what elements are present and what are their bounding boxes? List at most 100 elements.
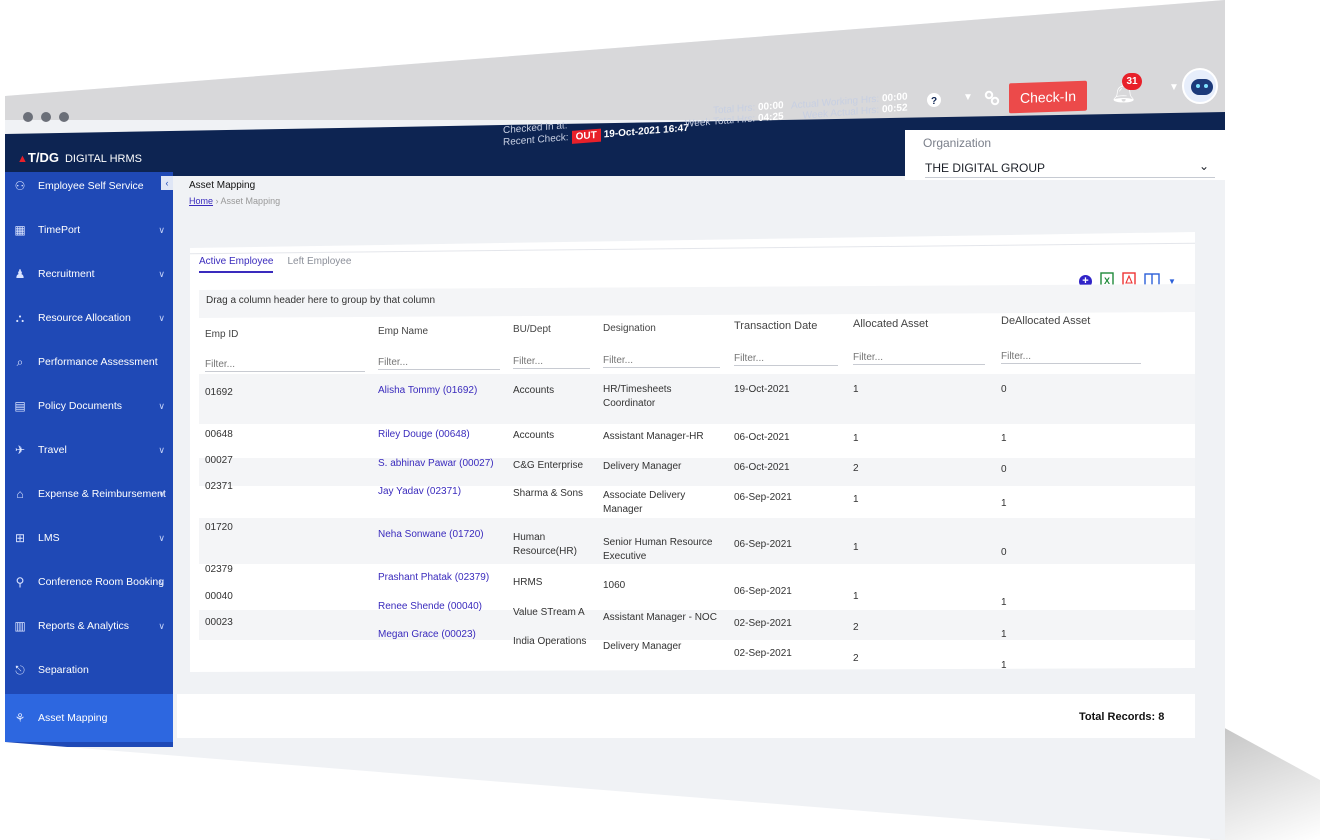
cell-emp-id: 01720 xyxy=(205,522,233,533)
cell-designation: Assistant Manager-HR xyxy=(603,431,704,442)
sidebar-item-label: Asset Mapping xyxy=(38,712,108,724)
cell-emp-name[interactable]: Jay Yadav (02371) xyxy=(378,485,461,499)
breadcrumb-home-link[interactable]: Home xyxy=(189,196,213,206)
chevron-down-icon: ∨ xyxy=(158,532,165,543)
cell-emp-id: 02379 xyxy=(205,564,233,575)
cell-emp-name[interactable]: Alisha Tommy (01692) xyxy=(378,384,477,398)
cell-allocated: 1 xyxy=(853,494,859,505)
robot-eye-right-icon xyxy=(1204,84,1208,88)
chevron-down-icon: ∨ xyxy=(158,400,165,411)
sidebar-item-label: Reports & Analytics xyxy=(38,620,130,632)
sidebar-item-separation[interactable]: ⎋ Separation xyxy=(5,650,173,690)
cell-designation: Delivery Manager xyxy=(603,461,682,472)
cell-allocated: 1 xyxy=(853,591,859,602)
sidebar-item-performance-assessment[interactable]: ⌕ Performance Assessment xyxy=(5,342,173,382)
chevron-down-icon: ∨ xyxy=(158,576,165,587)
filter-transaction-date[interactable] xyxy=(734,352,838,366)
organization-select[interactable]: THE DIGITAL GROUP ⌄ xyxy=(925,158,1215,178)
cell-deallocated: 1 xyxy=(1001,629,1007,640)
cell-designation: Delivery Manager xyxy=(603,641,682,652)
cell-date: 06-Sep-2021 xyxy=(734,586,792,597)
chevron-down-icon: ∨ xyxy=(158,312,165,323)
profile-caret-icon[interactable]: ▼ xyxy=(1169,82,1179,93)
sidebar-item-label: Performance Assessment xyxy=(38,356,158,368)
column-header-bu-dept[interactable]: BU/Dept xyxy=(513,324,551,335)
link-icon[interactable] xyxy=(984,90,1000,109)
calendar-icon: ▦ xyxy=(14,223,26,237)
sidebar-item-label: Policy Documents xyxy=(38,400,123,412)
cell-emp-name[interactable]: Riley Douge (00648) xyxy=(378,428,470,442)
window-controls xyxy=(23,112,69,122)
sidebar-item-label: Resource Allocation xyxy=(38,312,131,324)
tab-active-employee[interactable]: Active Employee xyxy=(199,256,274,273)
exit-icon: ⎋ xyxy=(15,662,25,677)
maximize-dot-icon[interactable] xyxy=(59,112,69,122)
column-header-emp-id[interactable]: Emp ID xyxy=(205,329,238,340)
cell-emp-name[interactable]: Neha Sonwane (01720) xyxy=(378,528,484,542)
tab-left-employee[interactable]: Left Employee xyxy=(287,256,351,267)
sidebar-item-expense-reimbursement[interactable]: ⌂ Expense & Reimbursement ∨ xyxy=(5,474,173,514)
column-header-allocated-asset[interactable]: Allocated Asset xyxy=(853,318,928,330)
svg-text:X: X xyxy=(1104,276,1110,286)
filter-allocated-asset[interactable] xyxy=(853,351,985,365)
sidebar-item-reports-analytics[interactable]: ▥ Reports & Analytics ∨ xyxy=(5,606,173,646)
cell-deallocated: 1 xyxy=(1001,498,1007,509)
sidebar-collapse-button[interactable]: ‹ xyxy=(161,176,173,190)
sidebar-item-label: Employee Self Service xyxy=(38,180,144,192)
cell-deallocated: 1 xyxy=(1001,660,1007,671)
cell-allocated: 1 xyxy=(853,542,859,553)
user-group-icon: ⚇ xyxy=(14,179,26,193)
filter-emp-id[interactable] xyxy=(205,358,365,372)
chart-icon: ▥ xyxy=(14,619,26,633)
column-header-deallocated-asset[interactable]: DeAllocated Asset xyxy=(1001,315,1090,327)
breadcrumb-current: Asset Mapping xyxy=(220,196,281,206)
cell-emp-id: 00040 xyxy=(205,591,233,602)
filter-designation[interactable] xyxy=(603,354,720,368)
cell-emp-name[interactable]: Renee Shende (00040) xyxy=(378,600,482,614)
sidebar-item-conference-room-booking[interactable]: ⚲ Conference Room Booking ∨ xyxy=(5,562,173,602)
receipt-icon: ⌂ xyxy=(16,487,24,501)
plane-icon: ✈ xyxy=(14,443,26,457)
cell-date: 02-Sep-2021 xyxy=(734,618,792,629)
sidebar-item-policy-documents[interactable]: ▤ Policy Documents ∨ xyxy=(5,386,173,426)
column-header-designation[interactable]: Designation xyxy=(603,323,656,334)
avatar[interactable] xyxy=(1182,68,1218,104)
filter-deallocated-asset[interactable] xyxy=(1001,350,1141,364)
minimize-dot-icon[interactable] xyxy=(41,112,51,122)
column-header-emp-name[interactable]: Emp Name xyxy=(378,326,428,337)
sidebar-item-travel[interactable]: ✈ Travel ∨ xyxy=(5,430,173,470)
check-in-button[interactable]: Check-In xyxy=(1009,80,1087,114)
cell-deallocated: 1 xyxy=(1001,597,1007,608)
sidebar-item-lms[interactable]: ⊞ LMS ∨ xyxy=(5,518,173,558)
column-header-transaction-date[interactable]: Transaction Date xyxy=(734,320,817,332)
sidebar-item-resource-allocation[interactable]: ⛬ Resource Allocation ∨ xyxy=(5,298,173,338)
document-icon: ▤ xyxy=(14,399,26,413)
cell-allocated: 1 xyxy=(853,384,859,395)
designation-line: Senior Human Resource xyxy=(603,537,713,548)
sidebar-item-recruitment[interactable]: ♟ Recruitment ∨ xyxy=(5,254,173,294)
filter-emp-name[interactable] xyxy=(378,356,500,370)
cell-emp-name[interactable]: S. abhinav Pawar (00027) xyxy=(378,457,494,471)
caret-down-icon[interactable]: ▼ xyxy=(963,92,973,103)
logo-triangle-icon: ▲ xyxy=(17,153,28,165)
cell-emp-name[interactable]: Megan Grace (00023) xyxy=(378,628,476,642)
group-hint: Drag a column header here to group by th… xyxy=(206,295,436,306)
network-icon: ⛬ xyxy=(15,310,25,325)
sidebar-item-timeport[interactable]: ▦ TimePort ∨ xyxy=(5,210,173,250)
sidebar-item-employee-self-service[interactable]: ⚇ Employee Self Service xyxy=(5,166,173,206)
cell-designation: Assistant Manager - NOC xyxy=(603,612,717,623)
close-dot-icon[interactable] xyxy=(23,112,33,122)
sidebar-item-label: Recruitment xyxy=(38,268,95,280)
cell-designation: 1060 xyxy=(603,580,626,591)
cell-emp-name[interactable]: Prashant Phatak (02379) xyxy=(378,571,489,585)
help-icon[interactable]: ? xyxy=(927,93,941,110)
sidebar: ⚇ Employee Self Service ▦ TimePort ∨ ♟ Recru… xyxy=(5,172,173,747)
chevron-down-icon: ∨ xyxy=(158,224,165,235)
svg-text:?: ? xyxy=(931,96,937,107)
filter-bu-dept[interactable] xyxy=(513,355,590,369)
sidebar-item-asset-mapping[interactable]: ⚘ Asset Mapping xyxy=(5,694,173,742)
cell-date: 19-Oct-2021 xyxy=(734,384,790,395)
cell-deallocated: 0 xyxy=(1001,547,1007,558)
designation-line: Coordinator xyxy=(603,398,656,409)
cell-dept: Sharma & Sons xyxy=(513,488,584,499)
